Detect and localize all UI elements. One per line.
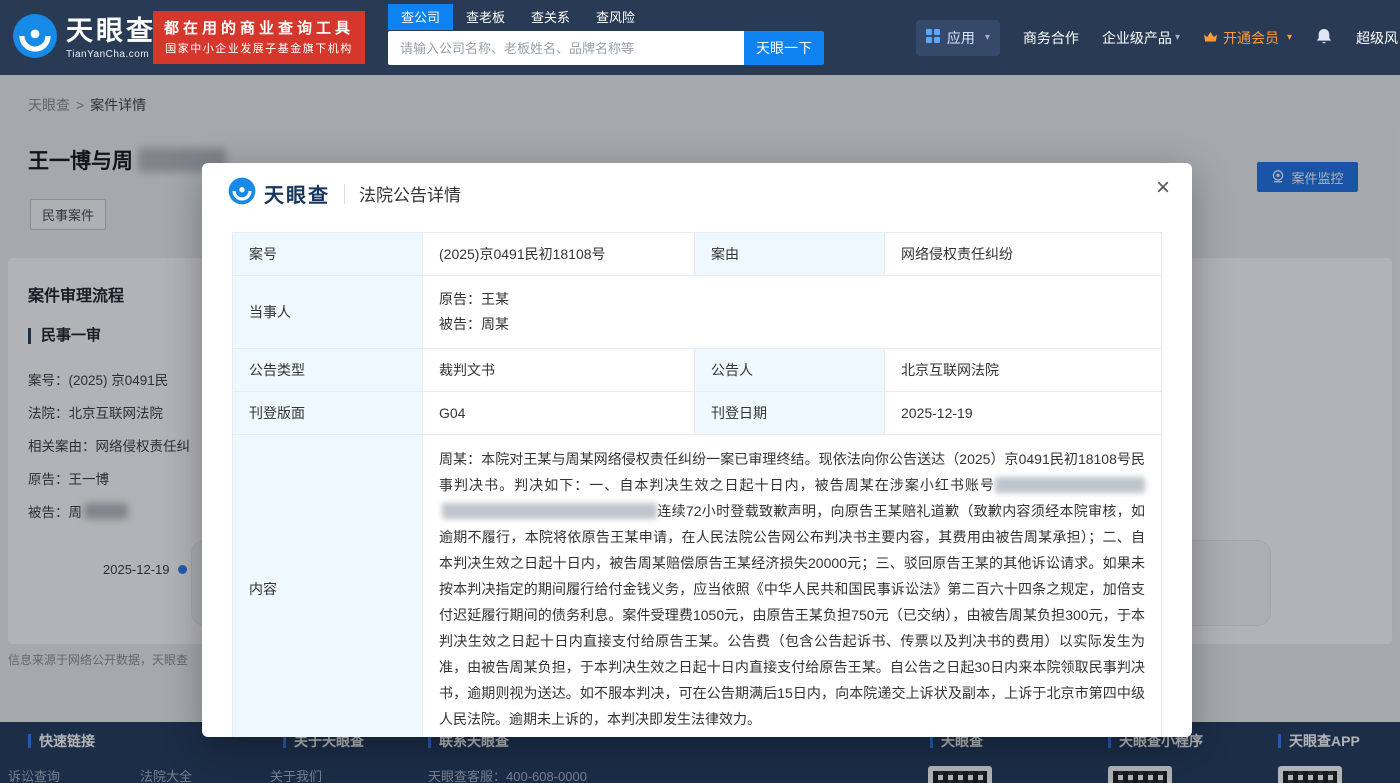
promo-badge-line2: 国家中小企业发展子基金旗下机构 (165, 42, 353, 55)
value-announcement-type: 裁判文书 (422, 348, 695, 392)
redacted-account-blur (442, 503, 657, 519)
label-content: 内容 (232, 434, 423, 737)
table-row: 内容 周某：本院对王某与周某网络侵权责任纠纷一案已审理终结。现依法向你公告送达（… (232, 434, 1162, 737)
label-case-no: 案号 (232, 232, 423, 276)
value-content: 周某：本院对王某与周某网络侵权责任纠纷一案已审理终结。现依法向你公告送达（202… (422, 434, 1162, 737)
header-nav: 应用 ▾ 商务合作 企业级产品 ▾ 开通会员 ▾ 超级风 (915, 0, 1398, 75)
tab-search-relation[interactable]: 查关系 (518, 4, 583, 30)
nav-open-vip[interactable]: 开通会员 ▾ (1203, 28, 1292, 48)
close-icon[interactable]: × (1156, 176, 1170, 200)
value-announcer: 北京互联网法院 (884, 348, 1162, 392)
announcement-table: 案号 (2025)京0491民初18108号 案由 网络侵权责任纠纷 当事人 原… (232, 232, 1162, 737)
value-cause: 网络侵权责任纠纷 (884, 232, 1162, 276)
tab-search-company[interactable]: 查公司 (388, 4, 454, 30)
nav-cooperation-label: 商务合作 (1022, 29, 1079, 46)
app-root: 天眼查 TianYanCha.com 都在用的商业查询工具 国家中小企业发展子基… (0, 0, 1400, 783)
content-text-part2: 连续72小时登载致歉声明，向原告王某赔礼道歉（致歉内容须经本院审核，如逾期不履行… (439, 503, 1145, 727)
nav-apps[interactable]: 应用 ▾ (915, 19, 1000, 56)
top-header: 天眼查 TianYanCha.com 都在用的商业查询工具 国家中小企业发展子基… (0, 0, 1400, 75)
nav-business-cooperation[interactable]: 商务合作 (1023, 28, 1079, 48)
value-parties: 原告：王某 被告：周某 (422, 275, 1162, 349)
search-tabs: 查公司 查老板 查关系 查风险 (388, 4, 824, 30)
crown-icon (1203, 30, 1218, 46)
label-page-section: 刊登版面 (232, 391, 423, 435)
chevron-down-icon: ▾ (984, 32, 990, 43)
nav-apps-label: 应用 (946, 29, 975, 46)
label-parties: 当事人 (232, 275, 423, 349)
table-row: 案号 (2025)京0491民初18108号 案由 网络侵权责任纠纷 (232, 232, 1162, 276)
table-row: 刊登版面 G04 刊登日期 2025-12-19 (232, 391, 1162, 435)
modal-header: 天眼查 法院公告详情 × (202, 163, 1192, 220)
party-defendant: 被告：周某 (439, 316, 509, 332)
value-page-section: G04 (422, 391, 695, 435)
search-button[interactable]: 天眼一下 (744, 31, 824, 65)
label-cause: 案由 (694, 232, 885, 276)
label-announcement-type: 公告类型 (232, 348, 423, 392)
promo-badge-line1: 都在用的商业查询工具 (164, 20, 355, 37)
search-zone: 查公司 查老板 查关系 查风险 天眼一下 (388, 4, 824, 65)
value-case-no: (2025)京0491民初18108号 (422, 232, 695, 276)
promo-badge: 都在用的商业查询工具 国家中小企业发展子基金旗下机构 (153, 11, 366, 64)
nav-super-risk[interactable]: 超级风 (1356, 28, 1398, 48)
label-publish-date: 刊登日期 (694, 391, 885, 435)
value-publish-date: 2025-12-19 (884, 391, 1162, 435)
bell-icon (1315, 27, 1333, 49)
tianyancha-logo-icon (12, 13, 58, 64)
tab-search-boss[interactable]: 查老板 (453, 4, 518, 30)
modal-title: 法院公告详情 (359, 186, 461, 205)
notification-bell-button[interactable] (1315, 27, 1333, 49)
court-announcement-modal: 天眼查 法院公告详情 × 案号 (2025)京0491民初18108号 案由 网… (202, 163, 1192, 737)
brand-name: 天眼查 (66, 15, 156, 46)
nav-super-risk-label: 超级风 (1356, 29, 1398, 46)
tianyancha-logo-icon (228, 177, 256, 210)
chevron-down-icon: ▾ (1286, 32, 1292, 43)
search-input[interactable] (388, 31, 744, 65)
table-row: 公告类型 裁判文书 公告人 北京互联网法院 (232, 348, 1162, 392)
modal-title-divider (344, 183, 345, 204)
brand-domain: TianYanCha.com (66, 48, 150, 60)
nav-vip-label: 开通会员 (1222, 29, 1279, 46)
tab-search-risk[interactable]: 查风险 (583, 4, 648, 30)
nav-enterprise-products[interactable]: 企业级产品 ▾ (1102, 28, 1180, 48)
nav-enterprise-label: 企业级产品 (1101, 29, 1172, 46)
redacted-account-blur (995, 477, 1145, 493)
modal-brand: 天眼查 (264, 185, 330, 207)
chevron-down-icon: ▾ (1174, 32, 1180, 43)
table-row: 当事人 原告：王某 被告：周某 (232, 275, 1162, 349)
label-announcer: 公告人 (694, 348, 885, 392)
party-plaintiff: 原告：王某 (439, 291, 509, 307)
tianyancha-logo[interactable]: 天眼查 TianYanCha.com (12, 13, 156, 64)
apps-grid-icon (925, 29, 940, 46)
